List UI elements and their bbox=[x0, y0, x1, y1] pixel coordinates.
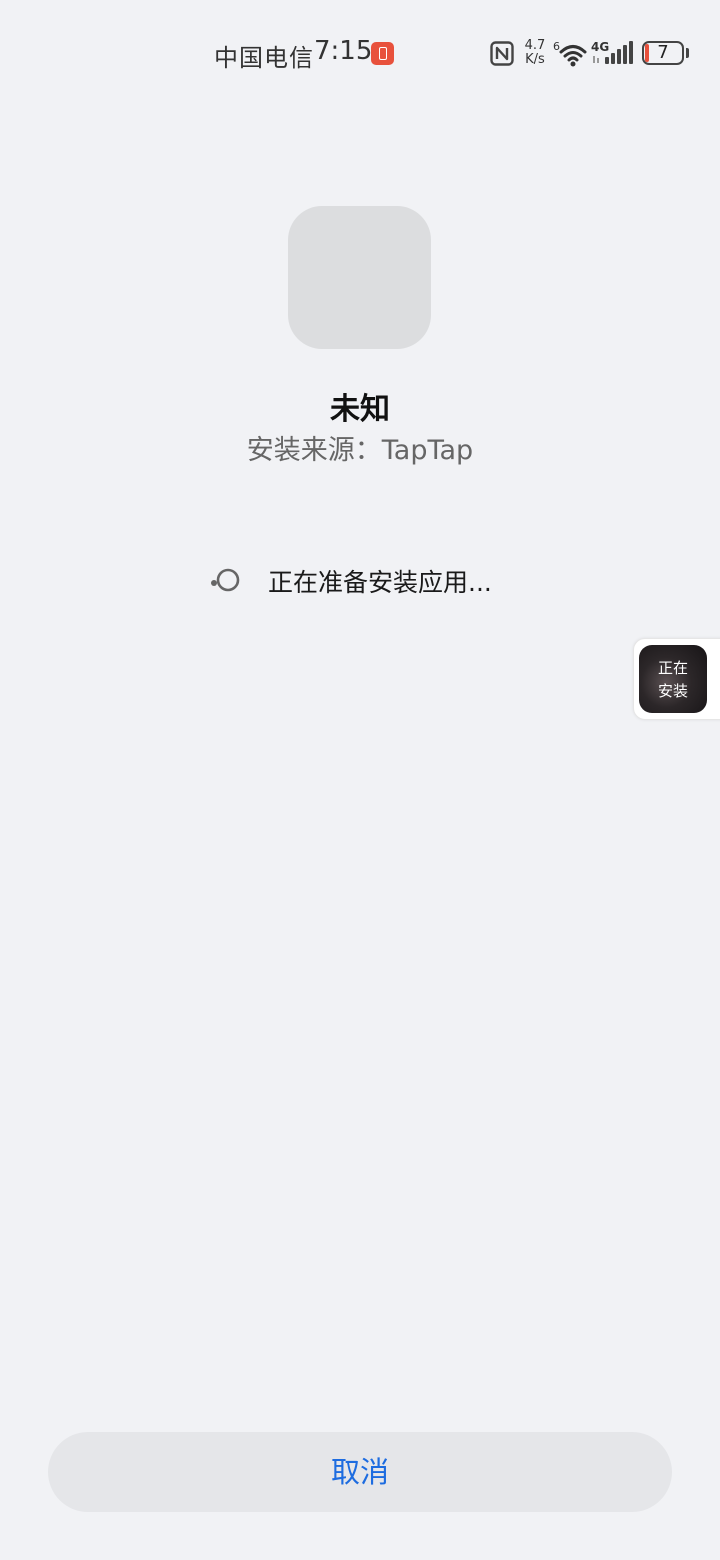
nfc-icon bbox=[490, 41, 514, 66]
network-type: 4G bbox=[591, 40, 609, 54]
bubble-status-text: 正在 安装 bbox=[639, 657, 707, 703]
battery-cap bbox=[686, 48, 689, 58]
cancel-button[interactable]: 取消 bbox=[48, 1432, 672, 1512]
app-name: 未知 bbox=[330, 392, 390, 427]
network-speed: 4.7 K/s bbox=[522, 39, 548, 67]
cellular-signal-icon: 4G bbox=[591, 40, 633, 64]
status-time: 7:15 bbox=[314, 36, 373, 66]
battery-level: 7 bbox=[657, 42, 669, 63]
bubble-line-2: 安装 bbox=[657, 682, 688, 700]
wifi-icon: 6 bbox=[553, 40, 587, 67]
battery-saver-icon bbox=[371, 42, 394, 65]
network-speed-unit: K/s bbox=[525, 52, 545, 67]
network-speed-value: 4.7 bbox=[524, 38, 546, 53]
loading-spinner-icon bbox=[211, 568, 240, 592]
app-icon-placeholder bbox=[288, 206, 431, 349]
progress-text: 正在准备安装应用... bbox=[268, 568, 492, 597]
bubble-line-1: 正在 bbox=[657, 659, 688, 677]
carrier-name: 中国电信 bbox=[214, 44, 314, 72]
wifi-label: 6 bbox=[553, 40, 560, 53]
game-thumbnail: 正在 安装 bbox=[639, 645, 707, 713]
install-source: 安装来源：TapTap bbox=[246, 435, 474, 466]
floating-install-bubble[interactable]: 正在 安装 bbox=[633, 638, 720, 720]
install-progress: 正在准备安装应用... bbox=[208, 560, 528, 600]
status-bar: 中国电信 7:15 4.7 K/s 6 4G 7 bbox=[0, 0, 720, 108]
